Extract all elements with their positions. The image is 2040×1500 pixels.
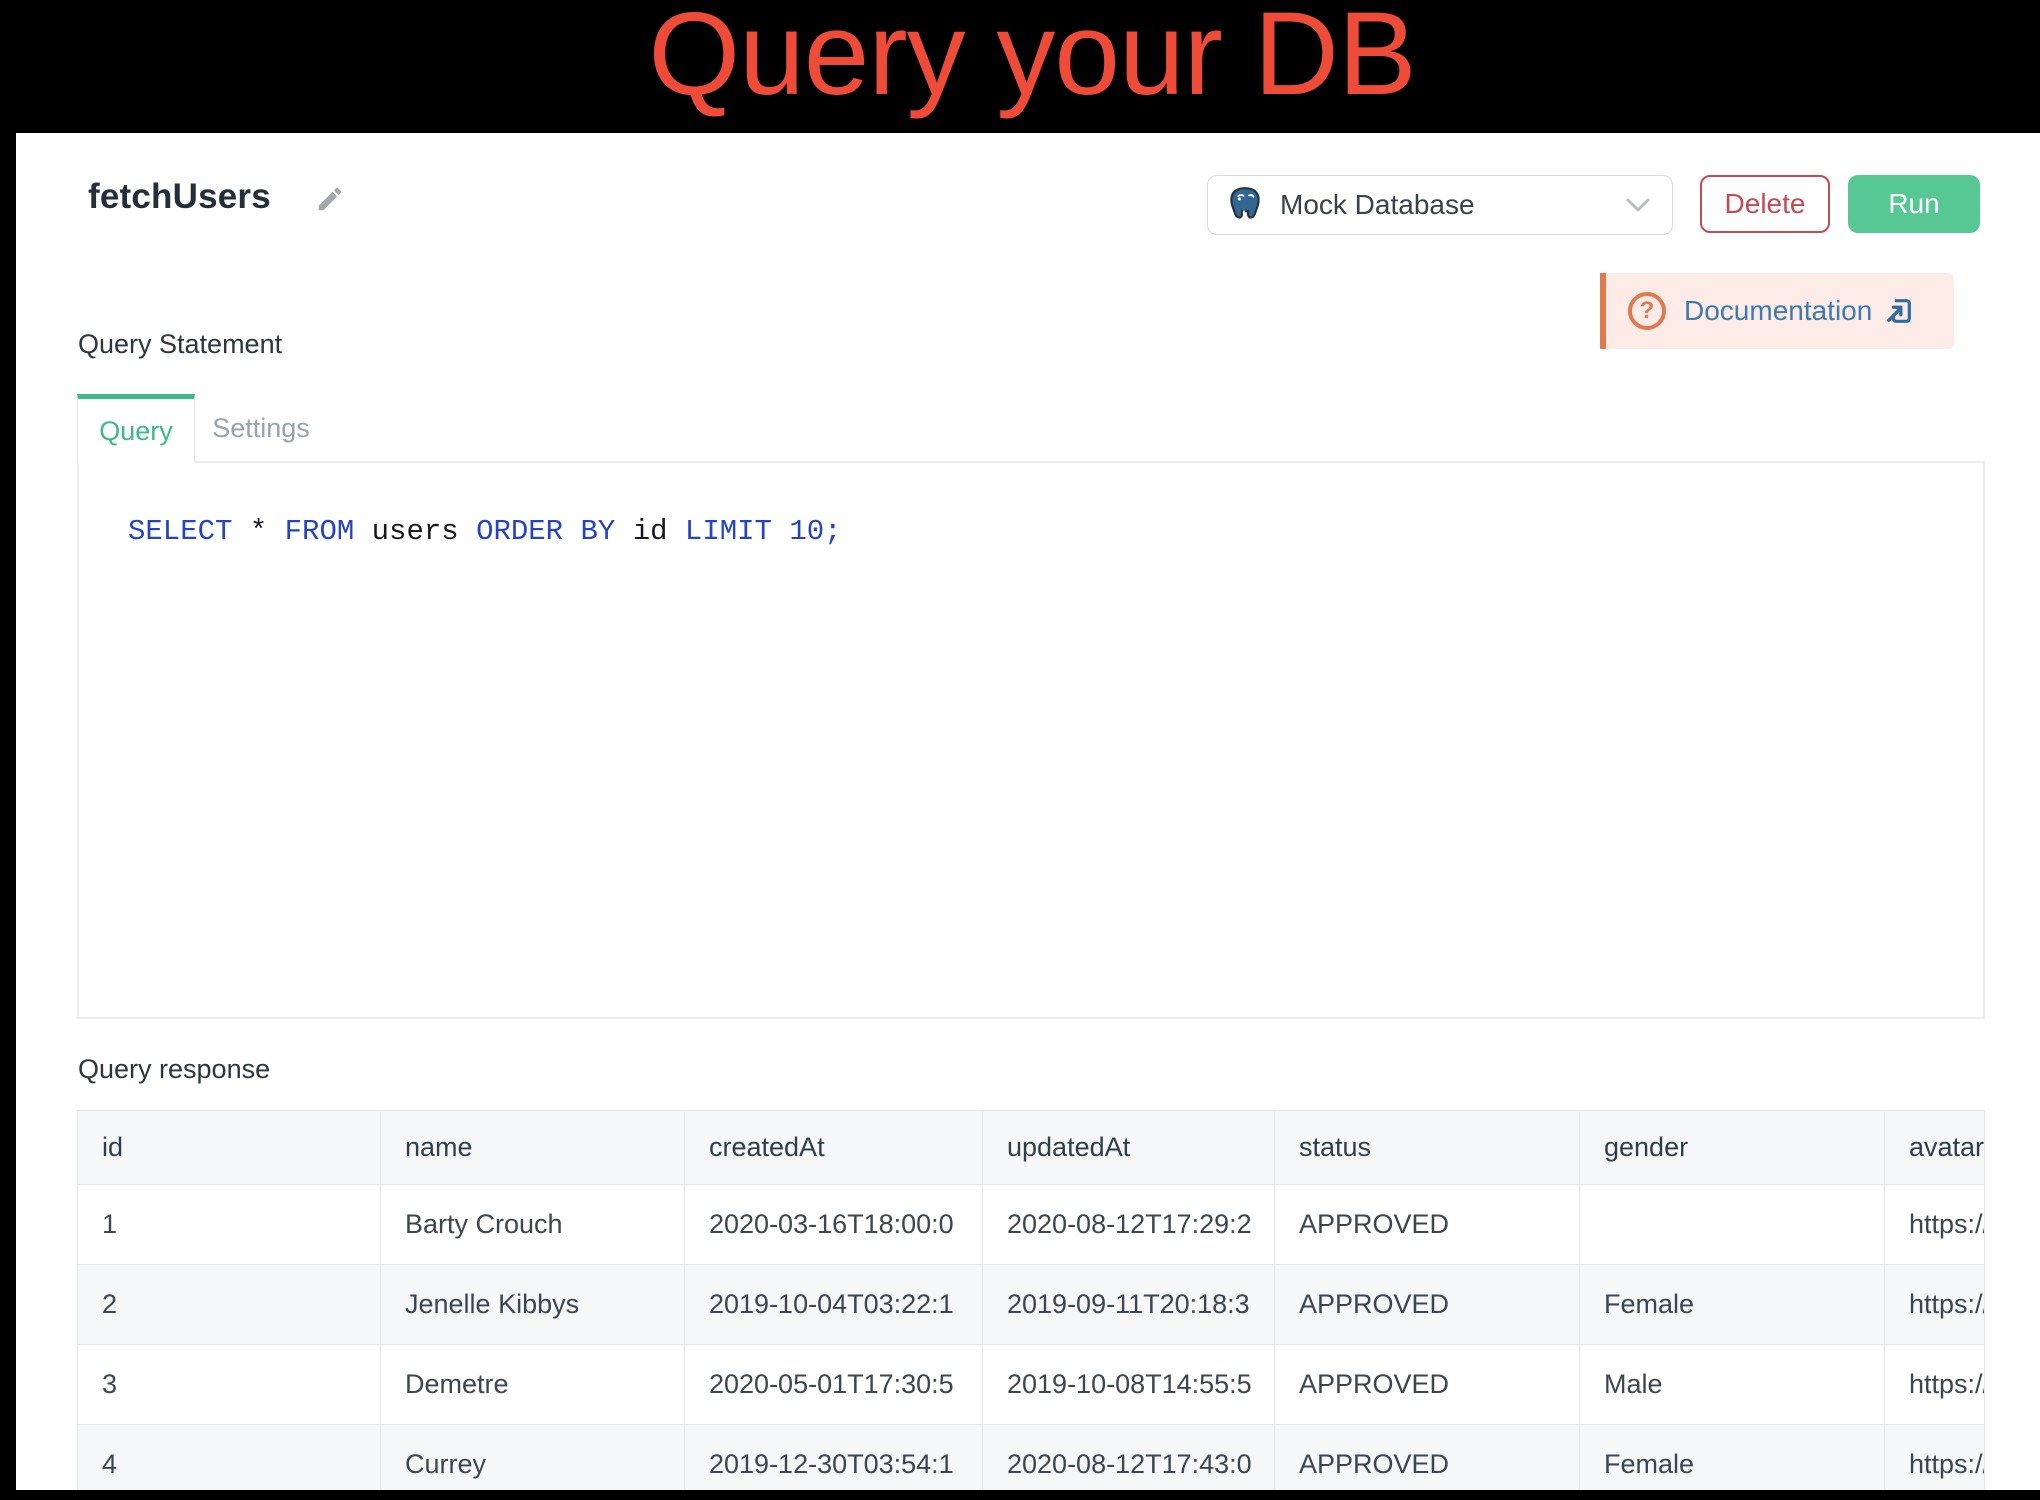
query-name: fetchUsers xyxy=(88,177,271,217)
sql-statement: SELECT * FROM users ORDER BY id LIMIT 10… xyxy=(79,463,1983,548)
cell-createdAt: 2019-12-30T03:54:1 xyxy=(685,1425,983,1491)
table-row: 3Demetre2020-05-01T17:30:52019-10-08T14:… xyxy=(78,1345,1985,1425)
tabs: QuerySettings xyxy=(77,394,327,463)
edit-pencil-icon[interactable] xyxy=(315,184,345,214)
cell-id: 3 xyxy=(78,1345,381,1425)
column-header-createdAt: createdAt xyxy=(685,1111,983,1185)
column-header-id: id xyxy=(78,1111,381,1185)
cell-id: 4 xyxy=(78,1425,381,1491)
cell-createdAt: 2020-03-16T18:00:0 xyxy=(685,1185,983,1265)
column-header-gender: gender xyxy=(1580,1111,1885,1185)
cell-gender xyxy=(1580,1185,1885,1265)
cell-updatedAt: 2019-09-11T20:18:3 xyxy=(983,1265,1275,1345)
sql-editor[interactable]: SELECT * FROM users ORDER BY id LIMIT 10… xyxy=(77,461,1985,1019)
cell-avatar: https:// xyxy=(1885,1425,1985,1491)
cell-updatedAt: 2020-08-12T17:43:0 xyxy=(983,1425,1275,1491)
column-header-name: name xyxy=(381,1111,685,1185)
table-header-row: idnamecreatedAtupdatedAtstatusgenderavat… xyxy=(78,1111,1985,1185)
cell-updatedAt: 2019-10-08T14:55:5 xyxy=(983,1345,1275,1425)
query-name-row: fetchUsers xyxy=(88,177,345,217)
page: Query your DB fetchUsers Mock Database xyxy=(0,0,2040,1500)
cell-createdAt: 2019-10-04T03:22:1 xyxy=(685,1265,983,1345)
column-header-status: status xyxy=(1275,1111,1580,1185)
sql-token: id xyxy=(615,515,667,548)
sql-token: * xyxy=(232,515,267,548)
cell-name: Currey xyxy=(381,1425,685,1491)
cell-status: APPROVED xyxy=(1275,1185,1580,1265)
cell-gender: Female xyxy=(1580,1265,1885,1345)
cell-createdAt: 2020-05-01T17:30:5 xyxy=(685,1345,983,1425)
documentation-link[interactable]: Documentation xyxy=(1684,295,1872,327)
database-selector[interactable]: Mock Database xyxy=(1207,175,1673,235)
cell-updatedAt: 2020-08-12T17:29:2 xyxy=(983,1185,1275,1265)
sql-token: FROM xyxy=(267,515,354,548)
cell-name: Jenelle Kibbys xyxy=(381,1265,685,1345)
chevron-down-icon xyxy=(1626,198,1650,212)
database-selector-value: Mock Database xyxy=(1280,189,1626,221)
tab-settings[interactable]: Settings xyxy=(195,394,327,463)
sql-token: SELECT xyxy=(128,515,232,548)
cell-avatar: https:// xyxy=(1885,1185,1985,1265)
open-documentation-icon xyxy=(1884,296,1914,326)
postgresql-icon xyxy=(1224,184,1266,226)
delete-button[interactable]: Delete xyxy=(1700,175,1830,233)
question-icon: ? xyxy=(1628,292,1666,330)
table-row: 1Barty Crouch2020-03-16T18:00:02020-08-1… xyxy=(78,1185,1985,1265)
column-header-avatar: avatar xyxy=(1885,1111,1985,1185)
cell-gender: Male xyxy=(1580,1345,1885,1425)
tab-query[interactable]: Query xyxy=(77,394,195,463)
sql-token: 10; xyxy=(772,515,842,548)
cell-status: APPROVED xyxy=(1275,1345,1580,1425)
documentation-banner[interactable]: ? Documentation xyxy=(1600,273,1954,349)
cell-avatar: https:// xyxy=(1885,1265,1985,1345)
cell-status: APPROVED xyxy=(1275,1425,1580,1491)
result-table: idnamecreatedAtupdatedAtstatusgenderavat… xyxy=(77,1110,1985,1490)
cell-status: APPROVED xyxy=(1275,1265,1580,1345)
cell-name: Barty Crouch xyxy=(381,1185,685,1265)
query-response-label: Query response xyxy=(78,1054,270,1085)
column-header-updatedAt: updatedAt xyxy=(983,1111,1275,1185)
banner: Query your DB xyxy=(0,0,2040,133)
sql-token: ORDER BY xyxy=(459,515,616,548)
app-window: fetchUsers Mock Database xyxy=(16,133,2040,1490)
cell-avatar: https:// xyxy=(1885,1345,1985,1425)
query-statement-label: Query Statement xyxy=(78,329,282,360)
table-row: 4Currey2019-12-30T03:54:12020-08-12T17:4… xyxy=(78,1425,1985,1491)
cell-id: 2 xyxy=(78,1265,381,1345)
sql-token: LIMIT xyxy=(668,515,772,548)
sql-token: users xyxy=(354,515,458,548)
cell-gender: Female xyxy=(1580,1425,1885,1491)
cell-name: Demetre xyxy=(381,1345,685,1425)
run-button[interactable]: Run xyxy=(1848,175,1980,233)
table-row: 2Jenelle Kibbys2019-10-04T03:22:12019-09… xyxy=(78,1265,1985,1345)
banner-title: Query your DB xyxy=(648,0,1415,133)
cell-id: 1 xyxy=(78,1185,381,1265)
